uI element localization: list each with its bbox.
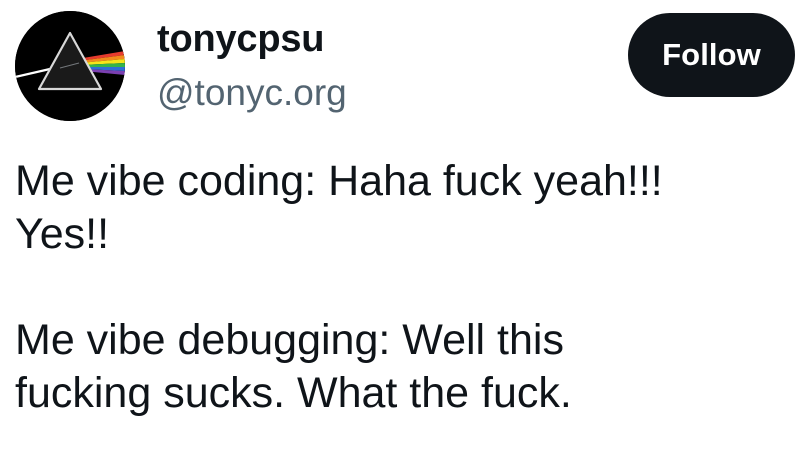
- post-line: Me vibe coding: Haha fuck yeah!!!: [15, 157, 663, 205]
- user-handle[interactable]: @tonyc.org: [157, 70, 347, 116]
- post-line: fucking sucks. What the fuck.: [15, 369, 572, 417]
- post-card: tonycpsu @tonyc.org Follow Me vibe codin…: [0, 0, 800, 474]
- post-text: Me vibe coding: Haha fuck yeah!!! Yes!! …: [15, 155, 790, 420]
- avatar[interactable]: [15, 11, 125, 121]
- post-line: Me vibe debugging: Well this: [15, 316, 564, 364]
- follow-button[interactable]: Follow: [628, 13, 795, 97]
- prism-rainbow-icon: [15, 11, 125, 121]
- display-name[interactable]: tonycpsu: [157, 14, 325, 64]
- post-line: Yes!!: [15, 210, 110, 258]
